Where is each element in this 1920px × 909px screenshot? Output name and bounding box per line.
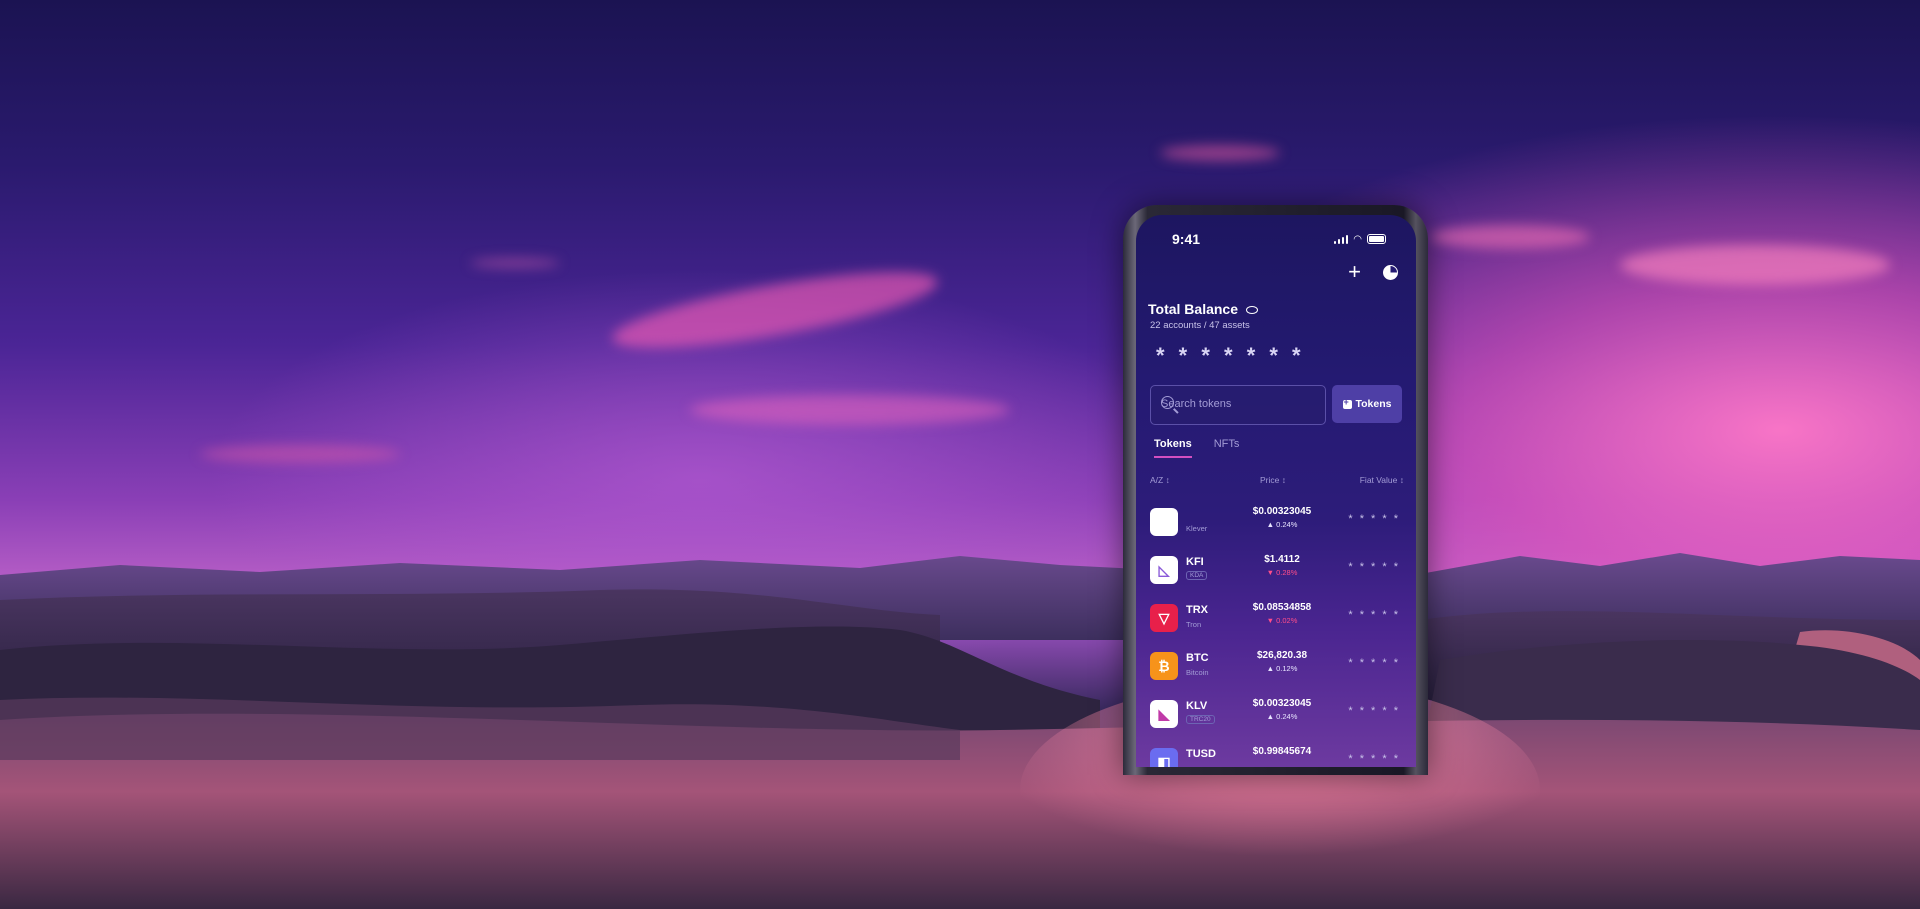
- token-price: $0.00323045: [1252, 506, 1312, 517]
- sort-name-header[interactable]: A/Z ↕: [1150, 475, 1170, 485]
- token-row[interactable]: ₿ BTC Bitcoin $26,820.38 ▲ 0.12% * * * * *: [1150, 646, 1402, 686]
- token-change: ▼ 0.02%: [1266, 616, 1298, 625]
- asset-tabs: Tokens NFTs: [1154, 438, 1239, 458]
- battery-icon: [1367, 234, 1386, 244]
- token-row[interactable]: ▽ TRX Tron $0.08534858 ▼ 0.02% * * * * *: [1150, 598, 1402, 638]
- token-change: ▼ 0.28%: [1266, 568, 1298, 577]
- token-name: Bitcoin: [1186, 668, 1209, 677]
- sort-price-header[interactable]: Price ↕: [1260, 475, 1286, 485]
- token-fiat-value: * * * * *: [1348, 609, 1400, 621]
- search-input[interactable]: Search tokens: [1150, 385, 1326, 425]
- accounts-summary: 22 accounts / 47 assets: [1150, 320, 1250, 331]
- sort-price-label: Price: [1260, 475, 1280, 485]
- bitcoin-icon: ₿: [1150, 652, 1178, 680]
- token-price: $1.4112: [1264, 554, 1300, 565]
- status-time: 9:41: [1172, 231, 1201, 247]
- token-row[interactable]: Klever $0.00323045 ▲ 0.24% * * * * *: [1150, 502, 1402, 542]
- status-bar: 9:41 ◠: [1136, 231, 1416, 251]
- token-symbol: KLV: [1186, 700, 1208, 712]
- signal-icon: [1333, 235, 1349, 244]
- phone-screen: 9:41 ◠ + Total Balance 22 accounts / 47 …: [1136, 215, 1416, 767]
- add-tokens-button[interactable]: Tokens: [1332, 385, 1402, 423]
- sort-fiat-header[interactable]: Fiat Value ↕: [1360, 475, 1404, 485]
- token-fiat-value: * * * * *: [1348, 705, 1400, 717]
- tab-tokens[interactable]: Tokens: [1154, 438, 1192, 458]
- token-network-tag: TRC20: [1186, 715, 1215, 724]
- balance-title: Total Balance: [1148, 301, 1258, 317]
- klv-icon: ◣: [1150, 700, 1178, 728]
- tab-nfts[interactable]: NFTs: [1214, 438, 1240, 458]
- token-name: Klever: [1186, 524, 1208, 533]
- token-price: $0.08534858: [1252, 602, 1312, 613]
- tron-icon: ▽: [1150, 604, 1178, 632]
- status-icons: ◠: [1333, 234, 1386, 245]
- token-change: ▲ 0.24%: [1266, 520, 1298, 529]
- token-price: $0.00323045: [1252, 698, 1312, 709]
- token-name: Tron: [1186, 620, 1202, 629]
- token-row[interactable]: ◧ TUSD $0.99845674 * * * * *: [1150, 742, 1402, 767]
- token-symbol: BTC: [1186, 652, 1209, 664]
- token-row[interactable]: ◣ KLV TRC20 $0.00323045 ▲ 0.24% * * * * *: [1150, 694, 1402, 734]
- token-row[interactable]: ◺ KFI KDA $1.4112 ▼ 0.28% * * * * *: [1150, 550, 1402, 590]
- desert-dunes: [0, 553, 1920, 909]
- add-icon[interactable]: +: [1348, 261, 1361, 283]
- portfolio-chart-icon[interactable]: [1383, 264, 1398, 280]
- top-actions: +: [1348, 261, 1398, 283]
- desert-scene: [0, 0, 1920, 909]
- token-symbol: TUSD: [1186, 748, 1216, 760]
- token-price: $0.99845674: [1252, 746, 1312, 757]
- hidden-balance: * * * * * * *: [1156, 343, 1305, 368]
- sort-name-label: A/Z: [1150, 475, 1164, 485]
- tusd-icon: ◧: [1150, 748, 1178, 767]
- token-network-tag: KDA: [1186, 571, 1208, 580]
- token-fiat-value: * * * * *: [1348, 513, 1400, 525]
- tokens-button-label: Tokens: [1355, 398, 1392, 410]
- token-symbol: TRX: [1186, 604, 1208, 616]
- token-symbol: KFI: [1186, 556, 1204, 568]
- token-fiat-value: * * * * *: [1348, 657, 1400, 669]
- eye-icon[interactable]: [1245, 306, 1258, 315]
- token-change: ▲ 0.24%: [1266, 712, 1298, 721]
- token-price: $26,820.38: [1256, 650, 1308, 661]
- kfi-icon: ◺: [1150, 556, 1178, 584]
- klever-icon: [1150, 508, 1178, 536]
- balance-title-label: Total Balance: [1148, 301, 1238, 317]
- sort-fiat-label: Fiat Value: [1359, 475, 1398, 485]
- token-change: ▲ 0.12%: [1266, 664, 1298, 673]
- search-icon: [1161, 396, 1174, 409]
- plus-square-icon: [1342, 397, 1352, 409]
- wifi-icon: ◠: [1353, 234, 1362, 245]
- token-fiat-value: * * * * *: [1348, 561, 1400, 573]
- token-fiat-value: * * * * *: [1348, 753, 1400, 765]
